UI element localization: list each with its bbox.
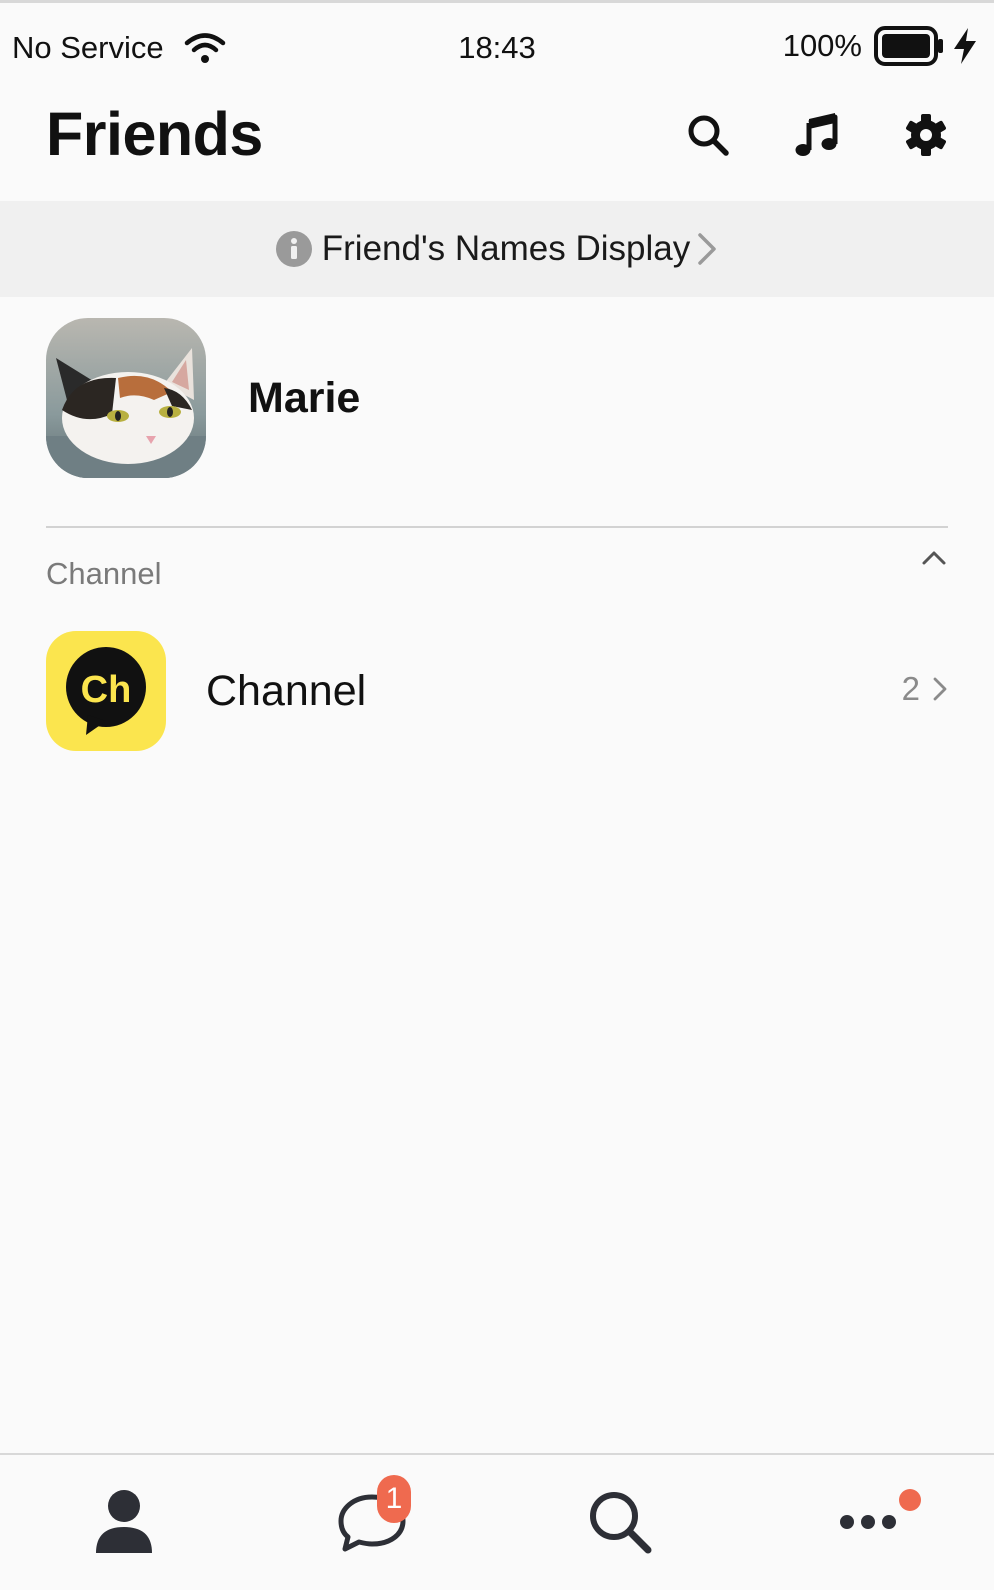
channel-logo: Ch bbox=[46, 631, 166, 751]
gear-icon bbox=[904, 113, 948, 157]
collapse-section-button[interactable] bbox=[916, 545, 952, 573]
person-icon bbox=[94, 1489, 154, 1560]
chevron-right-icon bbox=[696, 231, 718, 267]
status-bar: No Service 18:43 100% bbox=[0, 6, 994, 88]
unread-badge: 1 bbox=[377, 1475, 411, 1523]
section-label-channel: Channel bbox=[46, 556, 162, 591]
music-button[interactable] bbox=[787, 105, 847, 165]
friends-screen: No Service 18:43 100% Friends Friend's N… bbox=[0, 0, 994, 1590]
music-note-icon bbox=[795, 113, 839, 157]
battery-percent: 100% bbox=[782, 28, 862, 63]
charging-icon bbox=[952, 27, 978, 65]
battery-icon bbox=[874, 26, 944, 66]
channel-row[interactable]: Ch Channel 2 bbox=[46, 630, 948, 752]
chevron-up-icon bbox=[916, 551, 952, 577]
banner-label: Friend's Names Display bbox=[321, 229, 691, 268]
tab-search[interactable] bbox=[496, 1455, 744, 1590]
info-icon bbox=[275, 231, 312, 267]
status-right: 100% bbox=[783, 26, 978, 66]
divider bbox=[46, 526, 948, 528]
tab-chats[interactable]: 1 bbox=[248, 1455, 496, 1590]
tab-more[interactable] bbox=[744, 1455, 992, 1590]
search-button[interactable] bbox=[678, 105, 738, 165]
avatar[interactable] bbox=[46, 318, 206, 478]
more-dots-icon bbox=[839, 1514, 897, 1535]
notification-dot bbox=[899, 1489, 921, 1511]
names-display-banner[interactable]: Friend's Names Display bbox=[0, 201, 994, 297]
chevron-right-icon bbox=[932, 674, 948, 704]
search-icon bbox=[587, 1489, 653, 1560]
channel-label: Channel bbox=[206, 666, 367, 715]
channel-logo-text: Ch bbox=[81, 669, 132, 711]
header: Friends bbox=[0, 91, 994, 201]
my-profile-row[interactable]: Marie bbox=[46, 317, 948, 479]
tab-friends[interactable] bbox=[0, 1455, 248, 1590]
tab-bar: 1 bbox=[0, 1453, 994, 1590]
page-title: Friends bbox=[46, 100, 263, 168]
search-icon bbox=[686, 113, 730, 157]
settings-button[interactable] bbox=[896, 105, 956, 165]
profile-name: Marie bbox=[248, 373, 361, 422]
channel-count: 2 bbox=[901, 670, 920, 707]
